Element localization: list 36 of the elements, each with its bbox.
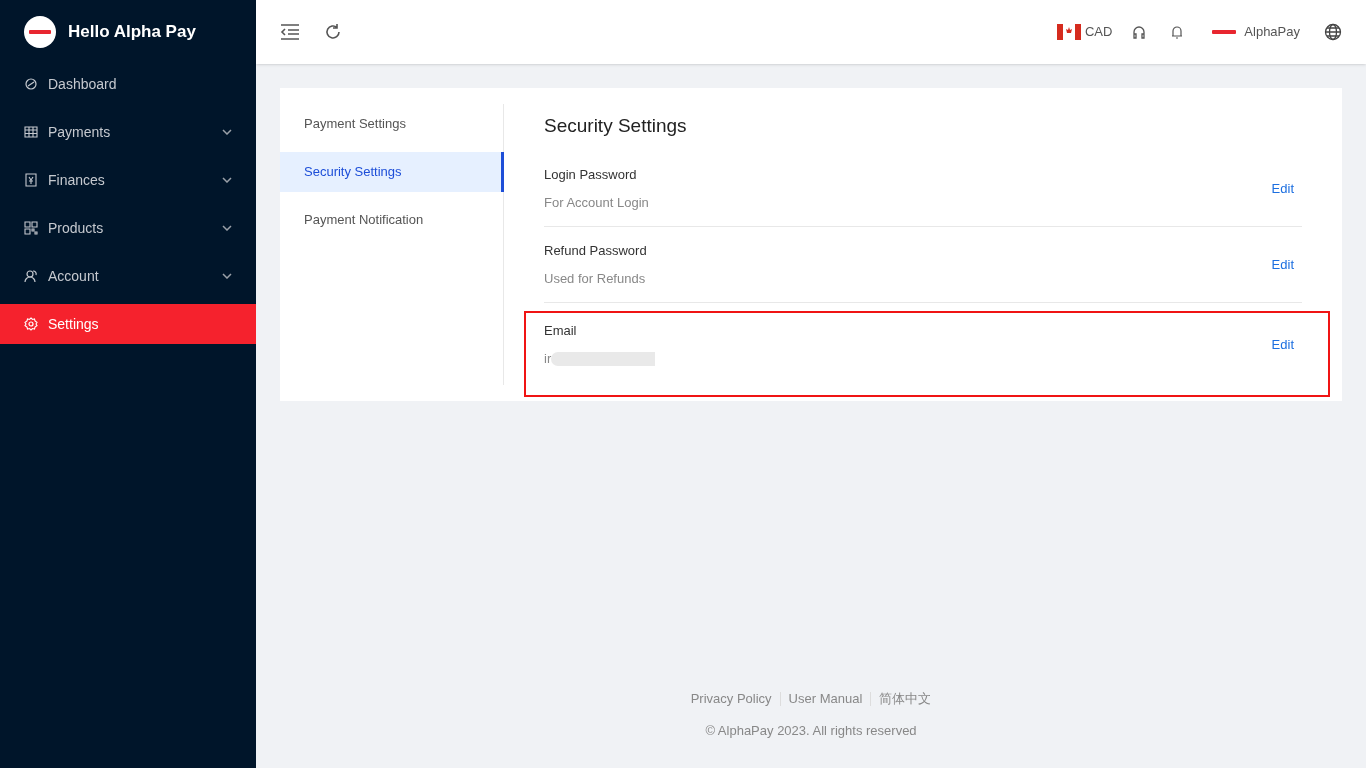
account-name[interactable]: AlphaPay [1244,22,1300,42]
canada-flag-icon [1056,24,1081,40]
setting-value: ir [544,350,552,368]
edit-link[interactable]: Edit [1271,254,1294,275]
setting-label: Email [544,321,578,340]
refresh-icon[interactable] [324,23,342,41]
edit-link[interactable]: Edit [1271,334,1294,355]
currency-label[interactable]: CAD [1084,22,1113,42]
settings-icon [24,317,38,331]
logo-icon [1212,28,1237,36]
settings-menu-item[interactable]: Security Settings [280,152,504,192]
qr-code-icon [24,221,38,235]
settings-menu-item[interactable]: Payment Settings [280,104,504,144]
brand-name: Hello Alpha Pay [68,21,196,44]
menu-collapse-icon[interactable] [280,23,300,41]
logo-icon [24,16,56,48]
sidebar-item[interactable]: Settings [0,304,256,344]
sidebar-item[interactable]: Payments [0,112,256,152]
sidebar-item[interactable]: Account [0,256,256,296]
sidebar-item[interactable]: Dashboard [0,64,256,104]
sidebar-item[interactable]: Products [0,208,256,248]
edit-link[interactable]: Edit [1271,178,1294,199]
copyright-text: © AlphaPay 2023. All rights reserved [705,721,917,740]
settings-menu-item[interactable]: Payment Notification [280,200,504,240]
bell-icon[interactable] [1170,25,1185,39]
setting-label: Login Password [544,165,638,184]
grid-icon [24,125,38,139]
panel-title: Security Settings [544,114,688,138]
sidebar-item[interactable]: Finances [0,160,256,200]
setting-value: For Account Login [544,194,649,212]
users-icon [24,269,38,283]
setting-value: Used for Refunds [544,270,646,288]
yen-icon [24,173,38,187]
setting-label: Refund Password [544,241,647,260]
globe-icon[interactable] [1324,23,1342,41]
headset-icon[interactable] [1132,25,1147,39]
